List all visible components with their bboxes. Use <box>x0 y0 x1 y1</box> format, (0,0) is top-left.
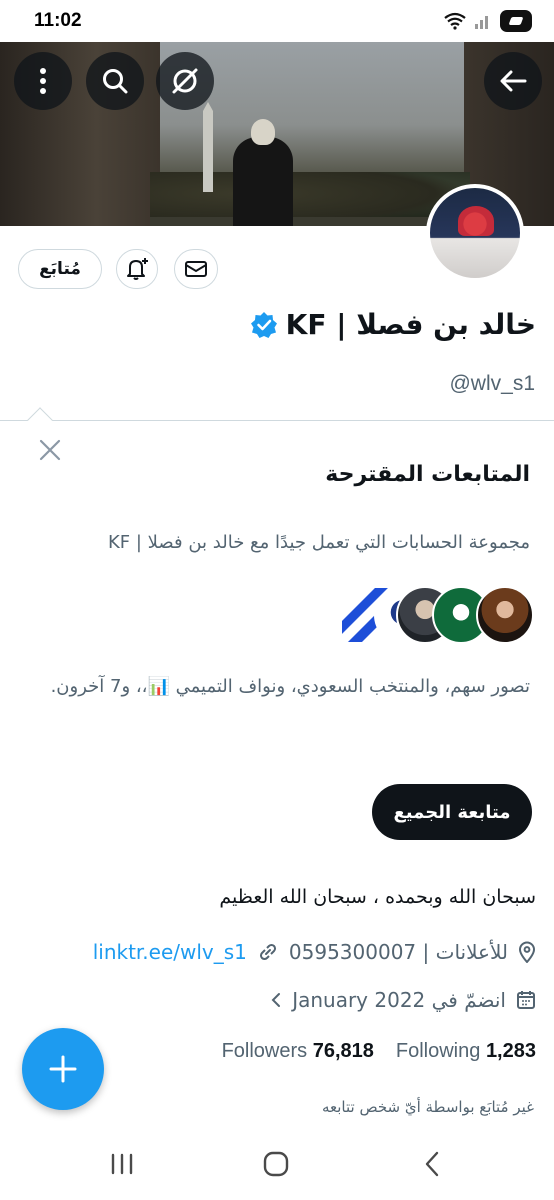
suggestions-pointer <box>27 407 53 433</box>
suggestions-subtitle: مجموعة الحسابات التي تعمل جيدًا مع خالد … <box>108 532 530 553</box>
recent-apps-icon <box>111 1153 133 1175</box>
more-button[interactable] <box>14 52 72 110</box>
location-text: للأعلانات | 0595300007 <box>288 940 508 964</box>
calendar-icon <box>517 991 535 1009</box>
avatar[interactable] <box>426 184 524 282</box>
followers-count: 76,818 <box>312 1040 374 1062</box>
chevron-left-icon <box>271 993 281 1007</box>
grok-icon <box>172 68 198 94</box>
location-pin-icon <box>518 941 536 963</box>
back-button[interactable] <box>484 52 542 110</box>
home-button[interactable] <box>256 1148 296 1180</box>
following-label: Following <box>395 1040 481 1062</box>
profile-link[interactable]: linktr.ee/wlv_s1 <box>93 940 247 964</box>
follow-stats: Followers 76,818 Following 1,283 <box>222 1040 536 1063</box>
following-stat[interactable]: Following 1,283 <box>396 1040 536 1063</box>
status-icons <box>444 10 532 32</box>
home-icon <box>263 1151 289 1177</box>
search-button[interactable] <box>86 52 144 110</box>
follow-button-label: مُتابَع <box>39 259 81 279</box>
grok-button[interactable] <box>156 52 214 110</box>
plus-icon <box>49 1055 77 1083</box>
location-link-row: للأعلانات | 0595300007 linktr.ee/wlv_s1 <box>93 940 536 964</box>
joined-date: انضمّ في January 2022 <box>292 988 506 1012</box>
recent-apps-button[interactable] <box>102 1148 142 1180</box>
system-back-button[interactable] <box>412 1148 452 1180</box>
display-name: خالد بن فصلا | KF <box>285 308 536 341</box>
status-bar: 11:02 <box>0 0 554 42</box>
envelope-icon <box>185 261 207 277</box>
battery-icon <box>500 10 532 32</box>
back-chevron-icon <box>425 1151 439 1177</box>
suggestions-names: تصور سهم، والمنتخب السعودي، ونواف التميم… <box>50 676 530 697</box>
compose-button[interactable] <box>22 1028 104 1110</box>
bell-plus-icon <box>127 258 148 280</box>
wifi-icon <box>444 12 466 30</box>
notifications-button[interactable] <box>116 249 158 289</box>
following-count: 1,283 <box>485 1040 536 1062</box>
back-arrow-icon <box>500 70 527 92</box>
status-time: 11:02 <box>34 10 82 31</box>
more-icon <box>40 68 46 94</box>
follow-button[interactable]: مُتابَع <box>18 249 102 289</box>
close-icon <box>39 439 61 461</box>
link-icon <box>259 943 276 961</box>
follow-all-button[interactable]: متابعة الجميع <box>372 784 532 840</box>
system-nav-bar <box>0 1130 554 1200</box>
user-handle: @wlv_s1 <box>449 372 535 395</box>
suggestions-title: المتابعات المقترحة <box>325 462 530 487</box>
suggested-avatars <box>340 586 534 646</box>
signal-icon <box>475 16 488 29</box>
bio-text: سبحان الله وبحمده ، سبحان الله العظيم <box>219 886 536 908</box>
message-button[interactable] <box>174 249 218 289</box>
followers-label: Followers <box>221 1040 308 1062</box>
verified-badge-icon <box>250 311 277 338</box>
suggested-avatar-5[interactable] <box>476 586 534 644</box>
suggestions-divider <box>0 420 554 421</box>
search-icon <box>103 69 128 94</box>
not-followed-note: غير مُتابَع بواسطة أيّ شخص تتابعه <box>321 1098 534 1116</box>
followers-stat[interactable]: Followers 76,818 <box>222 1040 374 1063</box>
dismiss-suggestions-button[interactable] <box>36 436 64 464</box>
name-row: خالد بن فصلا | KF <box>250 308 536 341</box>
joined-row[interactable]: انضمّ في January 2022 <box>270 988 536 1012</box>
